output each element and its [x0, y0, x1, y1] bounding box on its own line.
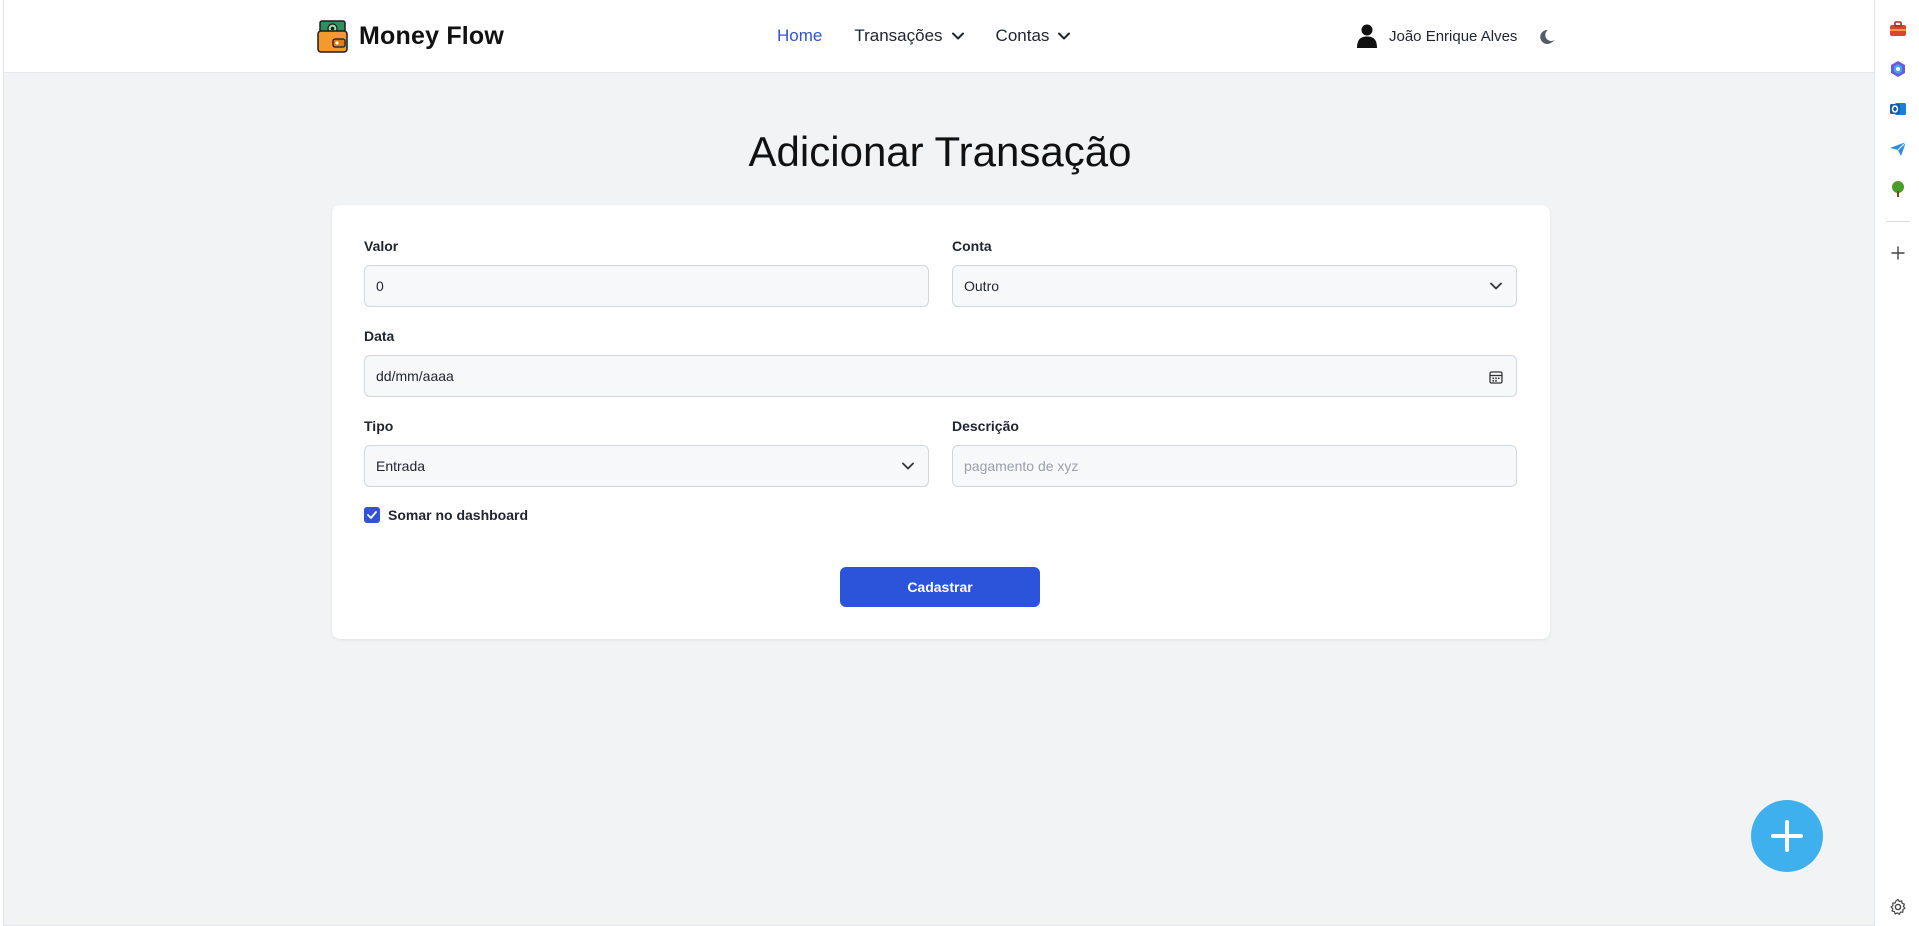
nav-transactions-dropdown[interactable]: Transações [854, 26, 964, 46]
valor-input[interactable] [364, 265, 929, 307]
conta-selected-value: Outro [964, 278, 1000, 294]
send-icon[interactable] [1889, 140, 1907, 158]
settings-icon[interactable] [1889, 898, 1907, 916]
plus-icon [1771, 820, 1803, 852]
user-name: João Enrique Alves [1389, 27, 1518, 45]
navbar: Money Flow Home Transações Contas João E… [4, 0, 1874, 73]
transaction-form-card: Valor Conta Outro Data dd/mm/aaaa Tipo E… [332, 205, 1550, 639]
dashboard-checkbox-label: Somar no dashboard [388, 507, 529, 523]
moon-icon[interactable] [1539, 28, 1557, 46]
nav-home[interactable]: Home [777, 26, 822, 46]
data-label: Data [364, 328, 395, 344]
tree-icon[interactable] [1889, 180, 1907, 198]
outlook-icon[interactable] [1889, 100, 1907, 118]
plus-icon[interactable] [1889, 244, 1907, 262]
chevron-down-icon [951, 32, 964, 40]
descricao-label: Descrição [952, 418, 1019, 434]
data-date-input[interactable]: dd/mm/aaaa [364, 355, 1517, 397]
user-icon [1357, 24, 1377, 48]
conta-select[interactable]: Outro [952, 265, 1517, 307]
main-nav: Home Transações Contas [777, 26, 1071, 46]
check-icon [367, 511, 377, 519]
nav-accounts-label: Contas [995, 26, 1050, 45]
tipo-label: Tipo [364, 418, 394, 434]
page-title: Adicionar Transação [748, 128, 1132, 175]
tipo-select[interactable]: Entrada [364, 445, 929, 487]
valor-label: Valor [364, 238, 399, 254]
app-viewport: Money Flow Home Transações Contas João E… [3, 0, 1875, 926]
data-placeholder: dd/mm/aaaa [376, 368, 454, 384]
user-menu[interactable]: João Enrique Alves [1357, 24, 1517, 48]
nav-accounts-dropdown[interactable]: Contas [996, 26, 1071, 46]
cadastrar-button[interactable]: Cadastrar [840, 567, 1040, 607]
brand-name: Money Flow [359, 22, 505, 50]
add-transaction-fab[interactable] [1751, 800, 1823, 872]
conta-label: Conta [952, 238, 992, 254]
chevron-down-icon [902, 462, 914, 470]
copilot-icon[interactable] [1889, 60, 1907, 78]
toolbar-divider [1886, 221, 1910, 222]
wallet-money-icon [317, 20, 348, 53]
toolbox-icon[interactable] [1889, 20, 1907, 38]
dashboard-checkbox[interactable] [364, 507, 380, 523]
nav-home-label: Home [777, 26, 823, 45]
chevron-down-icon [1058, 32, 1071, 40]
dashboard-checkbox-row[interactable]: Somar no dashboard [364, 507, 528, 523]
calendar-icon[interactable] [1489, 370, 1503, 384]
nav-transactions-label: Transações [854, 26, 943, 45]
chevron-down-icon [1490, 282, 1502, 290]
descricao-input[interactable] [952, 445, 1517, 487]
tipo-selected-value: Entrada [376, 458, 426, 474]
brand[interactable]: Money Flow [317, 20, 504, 53]
browser-side-toolbar [1876, 0, 1919, 926]
